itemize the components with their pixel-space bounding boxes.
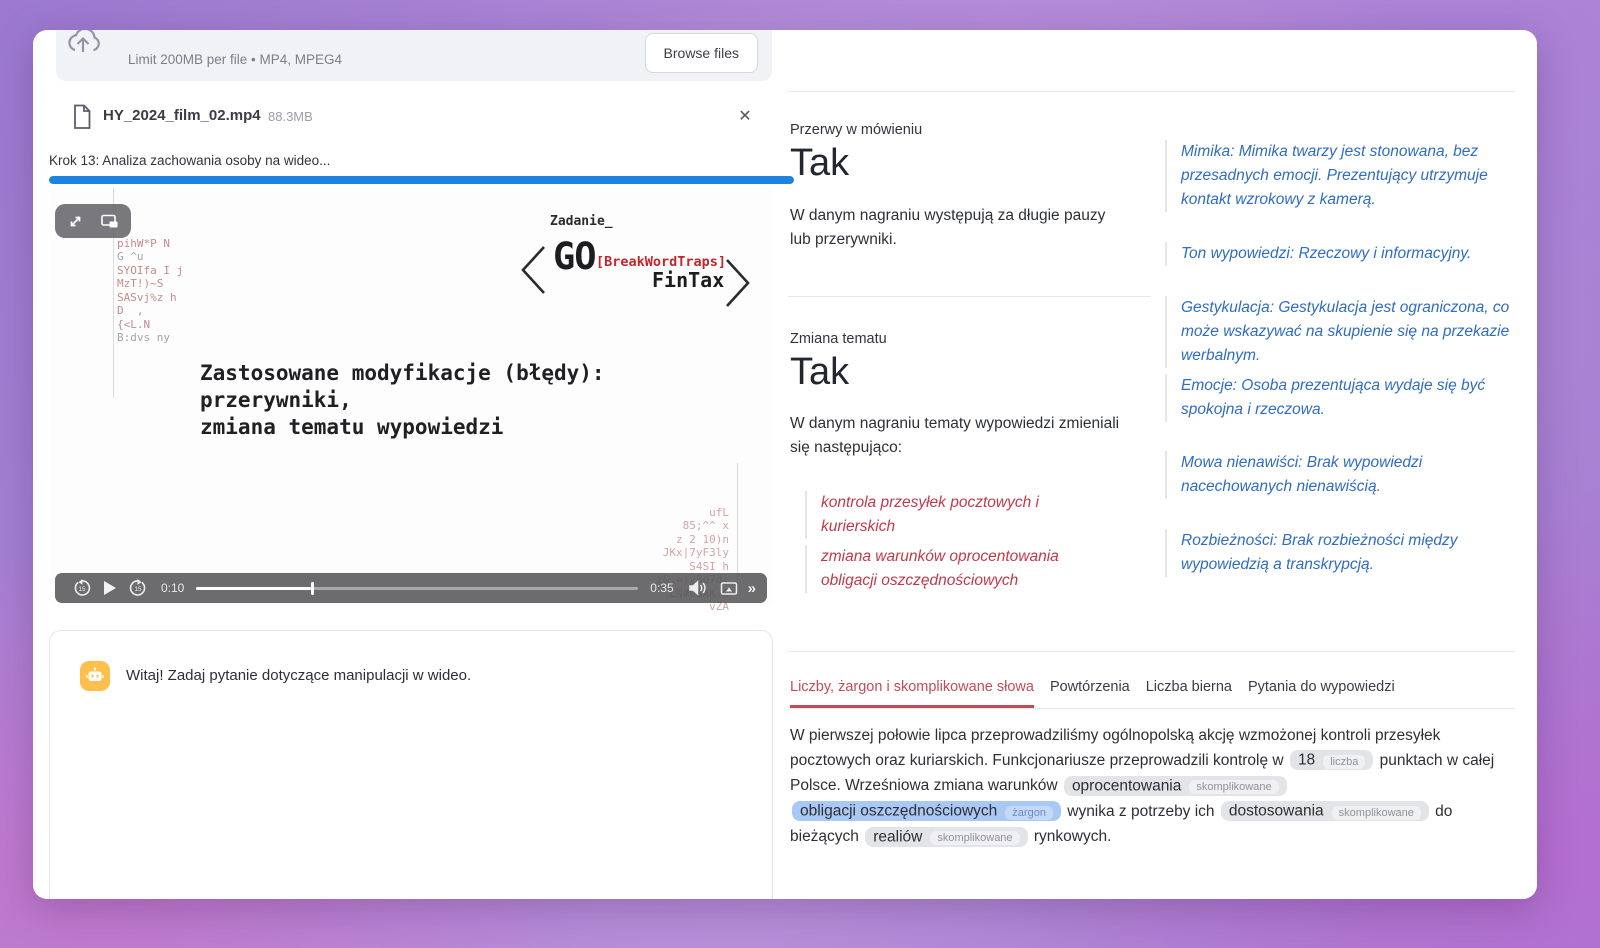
divider <box>788 651 1515 652</box>
metric-label-pauses: Przerwy w mówieniu <box>790 122 922 138</box>
glitch-line: ufL <box>656 506 729 520</box>
file-name: HY_2024_film_02.mp4 <box>103 107 261 124</box>
video-caption-line: zmiana tematu wypowiedzi <box>200 414 605 441</box>
volume-button[interactable] <box>688 580 708 596</box>
topic-quote: zmiana warunków oprocentowania obligacji… <box>805 545 1105 593</box>
observation-quote: Gestykulacja: Gestykulacja jest ogranicz… <box>1165 296 1513 368</box>
cast-button[interactable] <box>720 581 738 596</box>
annotation-word: oprocentowania <box>1072 777 1181 794</box>
annotation-tag: skomplikowane <box>1189 780 1278 794</box>
file-icon <box>72 104 92 130</box>
video-glitch-divider-right <box>737 463 738 588</box>
annotation-tag: żargon <box>1005 806 1053 820</box>
annotation-skomplikowane: oprocentowania skomplikowane <box>1064 776 1287 796</box>
svg-text:15: 15 <box>135 586 142 593</box>
annotation-word: 18 <box>1298 752 1315 769</box>
seek-playhead[interactable] <box>311 582 314 595</box>
upload-cloud-icon <box>64 30 102 60</box>
glitch-line: G ^u <box>117 250 183 264</box>
analysis-pane: Przerwy w mówieniu Tak W danym nagraniu … <box>788 30 1515 899</box>
annotation-liczba: 18 liczba <box>1290 750 1373 770</box>
current-time: 0:10 <box>161 581 184 595</box>
video-caption-line: przerywniki, <box>200 387 605 414</box>
video-caption-line: Zastosowane modyfikacje (błędy): <box>200 360 605 387</box>
tab[interactable]: Pytania do wypowiedzi <box>1248 679 1395 708</box>
video-caption: Zastosowane modyfikacje (błędy):przerywn… <box>200 360 605 441</box>
annotation-skomplikowane: realiów skomplikowane <box>865 827 1027 847</box>
divider <box>788 91 1515 92</box>
chat-message: Witaj! Zadaj pytanie dotyczące manipulac… <box>126 667 471 684</box>
play-button[interactable] <box>103 580 117 596</box>
skip-back-15-button[interactable]: 15 <box>73 579 91 597</box>
browse-files-button[interactable]: Browse files <box>645 33 758 73</box>
glitch-line: B:dvs ny <box>117 331 183 345</box>
total-time: 0:35 <box>650 581 673 595</box>
annotation-tag: skomplikowane <box>930 831 1019 845</box>
glitch-line: pihW*P N <box>117 237 183 251</box>
glitch-line: {<L.N <box>117 318 183 332</box>
glitch-line: JKx|7yF3ly <box>656 546 729 560</box>
metric-label-topic-change: Zmiana tematu <box>790 331 887 347</box>
remove-file-button[interactable]: ✕ <box>732 104 758 130</box>
metric-caption-pauses: W danym nagraniu występują za długie pau… <box>790 204 1120 252</box>
observation-quote: Mimika: Mimika twarzy jest stonowana, be… <box>1165 140 1513 212</box>
tab[interactable]: Powtórzenia <box>1050 679 1130 708</box>
observation-quote: Emocje: Osoba prezentująca wydaje się by… <box>1165 374 1513 422</box>
robot-icon <box>86 667 104 685</box>
more-controls-button[interactable]: » <box>748 580 755 597</box>
upload-limit-text: Limit 200MB per file • MP4, MPEG4 <box>128 52 342 67</box>
tab[interactable]: Liczby, żargon i skomplikowane słowa <box>790 679 1034 708</box>
picture-in-picture-button[interactable] <box>101 214 119 229</box>
observation-quote: Ton wypowiedzi: Rzeczowy i informacyjny. <box>1165 242 1513 266</box>
annotation-tag: skomplikowane <box>1332 806 1421 820</box>
annotation-word: realiów <box>873 828 922 845</box>
uploaded-file-row: HY_2024_film_02.mp4 88.3MB ✕ <box>56 100 772 136</box>
assistant-avatar <box>80 661 110 691</box>
logo-angle-right-icon <box>725 258 751 308</box>
annotation-word: obligacji oszczędnościowych <box>800 803 997 820</box>
file-size: 88.3MB <box>268 109 313 124</box>
glitch-line: MzT!)~S <box>117 277 183 291</box>
glitch-line: SASvj%z h <box>117 291 183 305</box>
annotation-skomplikowane: dostosowania skomplikowane <box>1221 801 1429 821</box>
progress-bar-fill <box>49 176 794 184</box>
metric-value-pauses: Tak <box>790 142 849 185</box>
video-controls-bar: 15 15 0:10 0:35 <box>55 573 767 603</box>
seek-bar[interactable] <box>196 582 638 594</box>
progress-step-label: Krok 13: Analiza zachowania osoby na wid… <box>49 153 330 168</box>
observation-quote: Rozbieżności: Brak rozbieżności między w… <box>1165 529 1513 577</box>
logo-go-text: GO <box>553 235 596 278</box>
annotation-żargon: obligacji oszczędnościowych żargon <box>792 801 1061 821</box>
video-overlay-toolbar <box>55 204 131 238</box>
topic-quote: kontrola przesyłek pocztowych i kuriersk… <box>805 491 1105 539</box>
logo-fintax-text: FinTax <box>652 268 724 292</box>
svg-text:15: 15 <box>79 586 86 593</box>
fullscreen-button[interactable] <box>67 213 84 230</box>
glitch-line: SYOIfa I j <box>117 264 183 278</box>
annotation-tag: liczba <box>1323 755 1365 769</box>
chat-panel: Witaj! Zadaj pytanie dotyczące manipulac… <box>49 630 773 899</box>
progress-bar <box>49 176 794 184</box>
annotation-word: dostosowania <box>1229 803 1324 820</box>
tab-bar: Liczby, żargon i skomplikowane słowa Powt… <box>790 678 1515 709</box>
app-card: Limit 200MB per file • MP4, MPEG4 Browse… <box>33 30 1537 899</box>
video-player[interactable]: pihW*P NG ^uSYOIfa I jMzT!)~SSASvj%z hD … <box>49 188 773 606</box>
metric-caption-topic-change: W danym nagraniu tematy wypowiedzi zmien… <box>790 412 1120 460</box>
divider <box>788 296 1151 297</box>
glitch-line: 85;^^ x <box>656 519 729 533</box>
video-task-label: Zadanie_ <box>550 214 613 229</box>
glitch-line: D , <box>117 304 183 318</box>
file-upload-dropzone[interactable]: Limit 200MB per file • MP4, MPEG4 Browse… <box>56 30 772 81</box>
glitch-line: z 2 10)n <box>656 533 729 547</box>
seek-fill <box>196 587 311 591</box>
observation-quote: Mowa nienawiści: Brak wypowiedzi nacecho… <box>1165 451 1513 499</box>
glitch-line: S4SI h <box>656 560 729 574</box>
logo-angle-left-icon <box>520 245 546 295</box>
tab[interactable]: Liczba bierna <box>1146 679 1232 708</box>
annotated-paragraph: W pierwszej połowie lipca przeprowadzili… <box>790 724 1512 851</box>
skip-forward-15-button[interactable]: 15 <box>129 579 147 597</box>
metric-value-topic-change: Tak <box>790 351 849 394</box>
